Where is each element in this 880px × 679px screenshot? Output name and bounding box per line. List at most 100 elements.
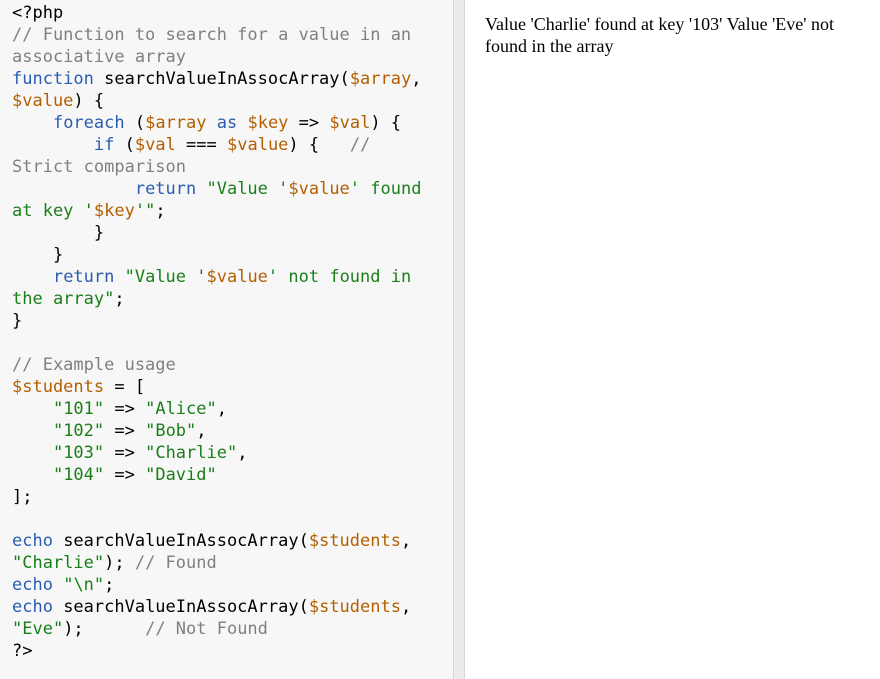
code-token: $key: [247, 113, 289, 133]
code-token: $students: [308, 531, 401, 551]
code-token: $value: [12, 91, 74, 111]
code-token: "102": [52, 421, 105, 441]
code-token: ];: [12, 487, 33, 507]
code-token: "101": [52, 399, 105, 419]
code-token: as: [206, 113, 248, 133]
code-line: "Charlie"); // Found: [12, 552, 445, 574]
code-line: }: [12, 310, 445, 332]
code-line: return "Value '$value' not found in: [12, 266, 445, 288]
code-token: $val: [134, 135, 176, 155]
pane-divider[interactable]: [453, 0, 465, 679]
code-line: associative array: [12, 46, 445, 68]
code-token: $value: [227, 135, 289, 155]
code-line: "101" => "Alice",: [12, 398, 445, 420]
code-line: "104" => "David": [12, 464, 445, 486]
code-token: //: [349, 135, 371, 155]
code-line: "Eve"); // Not Found: [12, 618, 445, 640]
code-line: "102" => "Bob",: [12, 420, 445, 442]
code-token: searchValueInAssocArray(: [93, 69, 350, 89]
code-line: <?php: [12, 2, 445, 24]
code-line: Strict comparison: [12, 156, 445, 178]
code-line: "103" => "Charlie",: [12, 442, 445, 464]
code-token: the array": [12, 289, 115, 309]
code-token: ) {: [73, 91, 105, 111]
output-pane: Value 'Charlie' found at key '103' Value…: [465, 0, 880, 679]
code-line: return "Value '$value' found: [12, 178, 445, 200]
code-token: = [: [104, 377, 146, 397]
code-token: (: [114, 135, 135, 155]
code-line: ?>: [12, 640, 445, 662]
code-line: echo "\n";: [12, 574, 445, 596]
code-line: echo searchValueInAssocArray($students,: [12, 596, 445, 618]
code-token: ;: [155, 201, 166, 221]
code-token: (: [124, 113, 146, 133]
code-token: at key ': [12, 201, 94, 221]
code-token: echo: [12, 531, 53, 551]
code-token: '": [134, 201, 156, 221]
code-token: "Alice": [145, 399, 217, 419]
code-token: ,: [196, 421, 207, 441]
code-token: ,: [400, 597, 412, 617]
code-token: associative array: [12, 47, 186, 67]
code-line: $students = [: [12, 376, 445, 398]
code-line: the array";: [12, 288, 445, 310]
code-token: =>: [288, 113, 330, 133]
code-line: if ($val === $value) { //: [12, 134, 445, 156]
code-line: $value) {: [12, 90, 445, 112]
code-line: ];: [12, 486, 445, 508]
code-block[interactable]: <?php// Function to search for a value i…: [12, 2, 445, 662]
code-token: "Eve": [12, 619, 64, 639]
code-token: $value: [206, 267, 268, 287]
code-token: ,: [237, 443, 248, 463]
code-token: ===: [175, 135, 227, 155]
code-line: // Function to search for a value in an: [12, 24, 445, 46]
code-token: $value: [288, 179, 350, 199]
code-token: ,: [400, 531, 412, 551]
code-token: );: [104, 553, 135, 573]
code-line: // Example usage: [12, 354, 445, 376]
code-token: =>: [104, 443, 146, 463]
code-line: at key '$key'";: [12, 200, 445, 222]
code-token: =>: [104, 465, 146, 485]
code-token: $array: [349, 69, 412, 89]
output-text: Value 'Charlie' found at key '103' Value…: [485, 14, 835, 56]
code-token: <?php: [12, 3, 64, 23]
php-sandbox-window: <?php// Function to search for a value i…: [0, 0, 880, 679]
code-token: "104": [52, 465, 105, 485]
code-token: $array: [145, 113, 207, 133]
code-line: echo searchValueInAssocArray($students,: [12, 530, 445, 552]
code-token: $val: [329, 113, 371, 133]
code-line: function searchValueInAssocArray($array,: [12, 68, 445, 90]
code-token: );: [63, 619, 146, 639]
code-token: }: [12, 223, 105, 243]
code-token: ;: [104, 575, 115, 595]
code-token: foreach: [52, 113, 125, 133]
code-token: "103": [52, 443, 105, 463]
code-token: ) {: [288, 135, 350, 155]
code-token: Strict comparison: [12, 157, 186, 177]
code-token: // Found: [134, 553, 217, 573]
code-token: echo: [12, 597, 53, 617]
code-token: if: [93, 135, 115, 155]
code-token: echo: [12, 575, 53, 595]
code-token: searchValueInAssocArray(: [52, 597, 309, 617]
code-token: ;: [114, 289, 125, 309]
code-token: }: [12, 311, 23, 331]
code-token: function: [12, 69, 94, 89]
code-editor-pane[interactable]: <?php// Function to search for a value i…: [0, 0, 453, 679]
code-line: foreach ($array as $key => $val) {: [12, 112, 445, 134]
code-token: "Charlie": [12, 553, 105, 573]
code-token: "Value ': [114, 267, 207, 287]
code-token: ' not found in: [267, 267, 412, 287]
code-token: "David": [145, 465, 217, 485]
code-token: $students: [12, 377, 105, 397]
